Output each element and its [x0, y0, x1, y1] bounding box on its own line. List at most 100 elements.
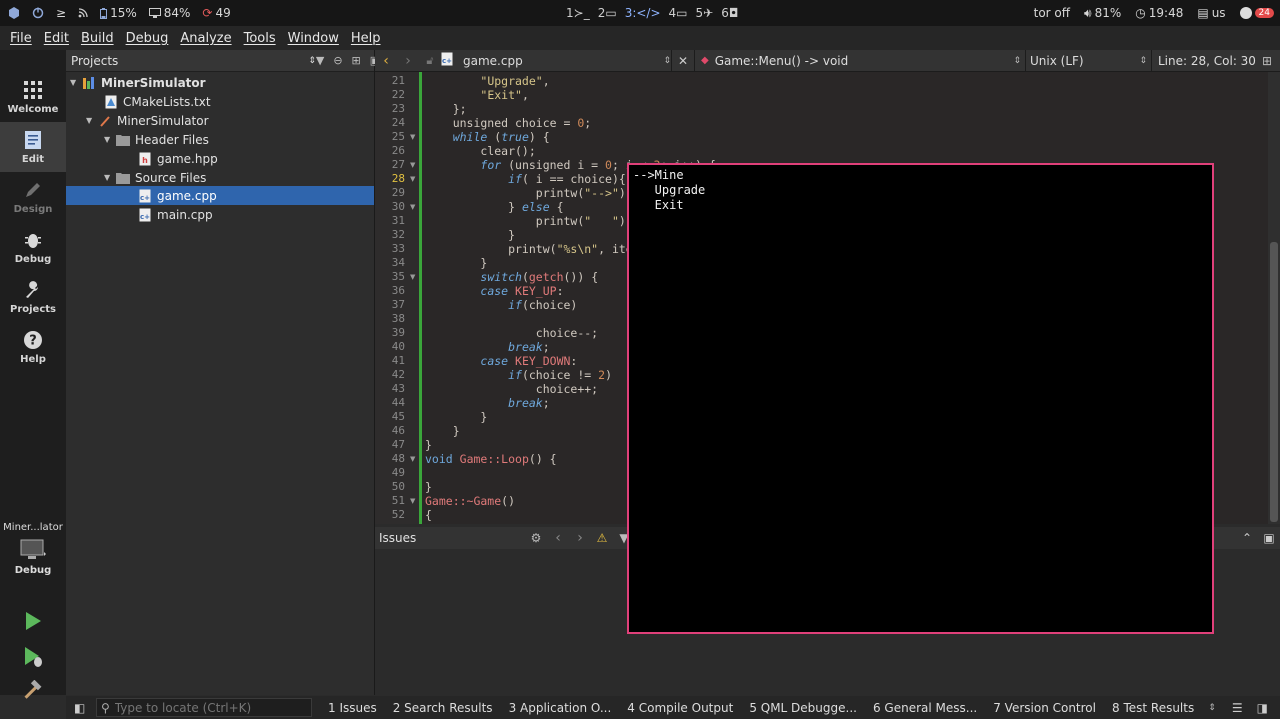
menu-analyze[interactable]: Analyze [174, 31, 237, 46]
code-line[interactable]: if(choice) [425, 298, 577, 312]
os-logo-icon[interactable] [8, 7, 20, 19]
line-number[interactable]: 41 [375, 354, 405, 368]
keyboard-layout[interactable]: ▤ us [1197, 6, 1225, 20]
kit-selector[interactable]: Miner...lator Debug [0, 516, 66, 596]
code-line[interactable]: if( i == choice){ [425, 172, 626, 186]
workspace-4[interactable]: 4▭ [669, 6, 688, 20]
volume-indicator[interactable]: 🔊︎ 81% [1084, 6, 1121, 21]
code-line[interactable]: } [425, 256, 487, 270]
line-number[interactable]: 24 [375, 116, 405, 130]
toggle-right-sidebar-icon[interactable]: ◨ [1257, 701, 1280, 715]
mode-debug[interactable]: Debug [0, 222, 66, 272]
notifications[interactable]: 24 [1239, 7, 1274, 19]
chevron-down-icon[interactable]: ▼ [104, 135, 116, 144]
code-line[interactable]: printw("-->"); [425, 186, 633, 200]
fold-marker-icon[interactable]: ▼ [410, 175, 415, 183]
code-line[interactable]: break; [425, 340, 550, 354]
tree-source-files[interactable]: ▼ Source Files [66, 168, 374, 187]
build-button[interactable] [20, 678, 46, 704]
chevron-up-icon[interactable]: ⌃ [1236, 531, 1258, 545]
mode-edit[interactable]: Edit [0, 122, 66, 172]
terminal-icon[interactable]: ≥ [56, 6, 66, 20]
forward-arrow-icon[interactable]: › [397, 53, 419, 69]
code-line[interactable]: } [425, 424, 460, 438]
debug-run-button[interactable] [20, 644, 46, 670]
line-number[interactable]: 44 [375, 396, 405, 410]
workspace-2[interactable]: 2▭ [598, 6, 617, 20]
warning-icon[interactable]: ⚠ [591, 531, 613, 545]
line-number[interactable]: 47 [375, 438, 405, 452]
workspace-1[interactable]: 1≻_ [566, 6, 590, 20]
tab-qml-debugger[interactable]: 5 QML Debugge... [741, 701, 865, 715]
line-number[interactable]: 23 [375, 102, 405, 116]
line-number[interactable]: 39 [375, 326, 405, 340]
menu-debug[interactable]: Debug [120, 31, 175, 46]
sort-icon[interactable]: ⇕ [308, 56, 316, 66]
line-number[interactable]: 46 [375, 424, 405, 438]
fold-marker-icon[interactable]: ▼ [410, 497, 415, 505]
code-line[interactable]: while (true) { [425, 130, 550, 144]
code-line[interactable]: "Exit", [425, 88, 528, 102]
close-document-icon[interactable]: ✕ [672, 54, 694, 68]
clock[interactable]: ◷ 19:48 [1135, 6, 1183, 20]
menu-window[interactable]: Window [282, 31, 345, 46]
toggle-sidebar-icon[interactable]: ◧ [74, 701, 85, 715]
tab-application-output[interactable]: 3 Application O... [501, 701, 620, 715]
mode-projects[interactable]: Projects [0, 272, 66, 322]
chevron-down-icon[interactable]: ▼ [70, 78, 82, 87]
clean-icon[interactable]: ⚙ [525, 531, 547, 545]
link-icon[interactable]: ⊖ [333, 54, 342, 67]
line-number[interactable]: 35 [375, 270, 405, 284]
code-line[interactable]: printw("%s\n", ite [425, 242, 633, 256]
code-line[interactable]: choice--; [425, 326, 598, 340]
code-line[interactable]: break; [425, 396, 550, 410]
terminal-window[interactable]: -->Mine Upgrade Exit [627, 163, 1214, 634]
code-line[interactable]: if(choice != 2) [425, 368, 612, 382]
menu-file[interactable]: File [4, 31, 38, 46]
line-number[interactable]: 40 [375, 340, 405, 354]
code-line[interactable]: }; [425, 102, 467, 116]
line-number[interactable]: 33 [375, 242, 405, 256]
chevron-down-icon[interactable]: ▼ [86, 116, 98, 125]
tab-general-messages[interactable]: 6 General Mess... [865, 701, 985, 715]
fold-marker-icon[interactable]: ▼ [410, 455, 415, 463]
line-number[interactable]: 29 [375, 186, 405, 200]
symbol-selector[interactable]: ◆ Game::Menu() -> void ⇕ [695, 54, 1025, 68]
tree-game-cpp[interactable]: c+ game.cpp [66, 186, 374, 205]
menu-build[interactable]: Build [75, 31, 120, 46]
tree-project-root[interactable]: ▼ MinerSimulator [66, 73, 374, 92]
tree-header-files[interactable]: ▼ Header Files [66, 130, 374, 149]
tab-search-results[interactable]: 2 Search Results [385, 701, 501, 715]
line-number[interactable]: 22 [375, 88, 405, 102]
workspace-3[interactable]: 3:</> [625, 6, 661, 20]
line-number[interactable]: 28 [375, 172, 405, 186]
line-number[interactable]: 38 [375, 312, 405, 326]
code-line[interactable]: "Upgrade", [425, 74, 549, 88]
brightness-indicator[interactable]: 84% [148, 6, 190, 20]
workspace-6[interactable]: 6◘ [721, 6, 738, 20]
mode-design[interactable]: Design [0, 172, 66, 222]
line-number[interactable]: 48 [375, 452, 405, 466]
mode-help[interactable]: ? Help [0, 322, 66, 372]
vertical-scrollbar[interactable] [1268, 72, 1280, 524]
cursor-position[interactable]: Line: 28, Col: 30 [1152, 54, 1256, 68]
line-number[interactable]: 34 [375, 256, 405, 270]
code-line[interactable]: } [425, 228, 515, 242]
scrollbar-thumb[interactable] [1270, 242, 1278, 522]
line-number[interactable]: 50 [375, 480, 405, 494]
code-line[interactable]: choice++; [425, 382, 598, 396]
tree-game-hpp[interactable]: h game.hpp [66, 149, 374, 168]
filter-icon[interactable]: ▼ [316, 54, 324, 67]
code-line[interactable]: case KEY_DOWN: [425, 354, 577, 368]
line-ending-selector[interactable]: Unix (LF) ⇕ [1026, 54, 1151, 68]
workspace-5[interactable]: 5✈ [696, 6, 714, 20]
battery-indicator[interactable]: 15% [100, 6, 137, 20]
line-number[interactable]: 42 [375, 368, 405, 382]
code-line[interactable]: void Game::Loop() { [425, 452, 557, 466]
menu-tools[interactable]: Tools [238, 31, 282, 46]
next-icon[interactable]: › [569, 530, 591, 546]
updates-indicator[interactable]: ⟳ 49 [202, 6, 230, 20]
line-number[interactable]: 37 [375, 298, 405, 312]
tree-cmakelists[interactable]: CMakeLists.txt [66, 92, 374, 111]
code-line[interactable]: unsigned choice = 0; [425, 116, 592, 130]
